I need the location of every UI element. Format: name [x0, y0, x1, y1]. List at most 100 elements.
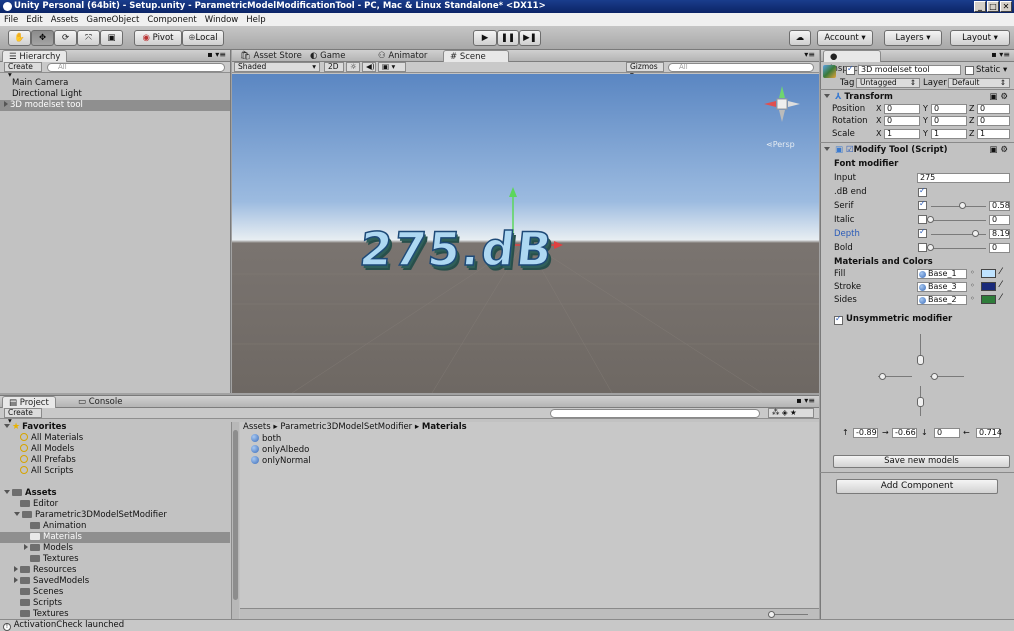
- file-item[interactable]: onlyNormal: [251, 456, 311, 467]
- tab-scene[interactable]: # Scene: [443, 50, 509, 62]
- folder-item[interactable]: Animation: [0, 521, 230, 532]
- eyedropper-icon[interactable]: ⁄: [1000, 293, 1002, 303]
- 2d-toggle[interactable]: 2D: [324, 62, 344, 72]
- depth-checkbox[interactable]: [918, 227, 927, 238]
- favorite-item[interactable]: All Materials: [0, 433, 230, 444]
- menu-help[interactable]: Help: [246, 15, 265, 25]
- filter-icons[interactable]: ⁂ ◈ ★: [768, 408, 814, 418]
- gizmos-dropdown[interactable]: Gizmos ▾: [626, 62, 664, 79]
- fill-color-swatch[interactable]: [981, 269, 996, 278]
- tab-animator[interactable]: ⚇ Animator: [372, 50, 433, 62]
- move-tool-icon[interactable]: ✥: [31, 30, 54, 46]
- folder-item[interactable]: SavedModels: [0, 576, 230, 587]
- scrollbar-thumb[interactable]: [233, 430, 238, 600]
- static-dropdown[interactable]: Static ▾: [976, 65, 1007, 75]
- scale-y-field[interactable]: 1: [931, 129, 967, 139]
- tag-dropdown[interactable]: Untagged ⇕: [856, 78, 920, 88]
- icon-size-knob[interactable]: [768, 611, 775, 618]
- shading-dropdown[interactable]: Shaded ▾: [234, 62, 320, 72]
- rect-tool-icon[interactable]: ▣: [100, 30, 123, 46]
- rotation-x-field[interactable]: 0: [884, 116, 920, 126]
- panel-menu-icon[interactable]: ▾≡: [804, 50, 815, 59]
- italic-slider-knob[interactable]: [927, 216, 934, 223]
- minimize-button[interactable]: _: [974, 1, 986, 12]
- eyedropper-icon[interactable]: ⁄: [1000, 280, 1002, 290]
- script-enabled-checkbox[interactable]: ☑: [846, 145, 854, 155]
- favorite-item[interactable]: All Models: [0, 444, 230, 455]
- vertical-slider-top-knob[interactable]: [917, 355, 924, 365]
- position-y-field[interactable]: 0: [931, 104, 967, 114]
- scene-search-input[interactable]: All: [668, 63, 814, 72]
- expand-arrow-icon[interactable]: [4, 101, 8, 107]
- rotate-tool-icon[interactable]: ⟳: [54, 30, 77, 46]
- folder-item[interactable]: Models: [0, 543, 230, 554]
- project-search-input[interactable]: [550, 409, 760, 418]
- file-item[interactable]: onlyAlbedo: [251, 445, 309, 456]
- layout-dropdown[interactable]: Layout ▾: [950, 30, 1010, 46]
- save-new-models-button[interactable]: Save new models: [833, 455, 1010, 468]
- assets-section[interactable]: Assets: [0, 488, 230, 499]
- object-name-field[interactable]: 3D modelset tool: [858, 65, 961, 75]
- play-button[interactable]: ▶: [473, 30, 497, 46]
- lighting-icon[interactable]: ☼: [346, 62, 360, 72]
- menu-file[interactable]: File: [4, 15, 18, 25]
- panel-menu-icon[interactable]: ▪ ▾≡: [991, 50, 1010, 59]
- layers-dropdown[interactable]: Layers ▾: [884, 30, 942, 46]
- fill-material-field[interactable]: Base_1: [917, 269, 967, 279]
- sides-material-field[interactable]: Base_2: [917, 295, 967, 305]
- bold-value-field[interactable]: 0: [989, 243, 1010, 253]
- tab-inspector[interactable]: ● Inspector: [823, 50, 881, 74]
- italic-checkbox[interactable]: [918, 215, 927, 224]
- collapse-arrow-icon[interactable]: [14, 512, 20, 516]
- bold-slider[interactable]: [931, 248, 986, 249]
- folder-item[interactable]: Scripts: [0, 598, 230, 609]
- sides-color-swatch[interactable]: [981, 295, 996, 304]
- local-toggle[interactable]: ⊕Local: [182, 30, 224, 46]
- unsymmetric-checkbox[interactable]: [834, 314, 843, 325]
- menu-edit[interactable]: Edit: [26, 15, 42, 25]
- collapse-arrow-icon[interactable]: [824, 94, 830, 98]
- breadcrumb-current[interactable]: Materials: [422, 422, 467, 432]
- tab-console[interactable]: ▭ Console: [72, 396, 128, 408]
- stroke-material-field[interactable]: Base_3: [917, 282, 967, 292]
- expand-arrow-icon[interactable]: [14, 566, 18, 572]
- collapse-arrow-icon[interactable]: [824, 147, 830, 151]
- tree-scrollbar[interactable]: [231, 422, 239, 620]
- object-picker-icon[interactable]: ◦: [970, 268, 975, 277]
- scene-viewport[interactable]: 275.dB ⋖Persp: [232, 74, 819, 393]
- favorite-item[interactable]: All Prefabs: [0, 455, 230, 466]
- depth-slider-knob[interactable]: [972, 230, 980, 237]
- hand-tool-icon[interactable]: ✋: [8, 30, 31, 46]
- settings-gear-icon[interactable]: ▣ ⚙: [989, 144, 1008, 156]
- offset-left-field[interactable]: 0.714: [976, 428, 1002, 438]
- breadcrumb-item[interactable]: Parametric3DModelSetModifier: [280, 422, 412, 432]
- scale-x-field[interactable]: 1: [884, 129, 920, 139]
- bold-slider-knob[interactable]: [927, 244, 934, 251]
- offset-up-field[interactable]: -0.89: [853, 428, 878, 438]
- project-create-dropdown[interactable]: Create ▾: [4, 408, 42, 425]
- pause-button[interactable]: ❚❚: [497, 30, 519, 46]
- pivot-toggle[interactable]: ◉ Pivot: [134, 30, 182, 46]
- layer-dropdown[interactable]: Default ⇕: [948, 78, 1010, 88]
- folder-item[interactable]: Parametric3DModelSetModifier: [0, 510, 230, 521]
- tab-asset-store[interactable]: 🛍 Asset Store: [234, 50, 308, 62]
- create-dropdown[interactable]: Create ▾: [4, 62, 42, 79]
- 3d-text-model[interactable]: 275.dB: [356, 221, 557, 277]
- favorites-section[interactable]: ★ Favorites: [0, 422, 230, 433]
- collapse-arrow-icon[interactable]: [4, 490, 10, 494]
- menu-component[interactable]: Component: [147, 15, 196, 25]
- tab-project[interactable]: ▤ Project: [2, 396, 56, 408]
- tab-hierarchy[interactable]: ☰ Hierarchy: [2, 50, 68, 62]
- folder-item[interactable]: Scenes: [0, 587, 230, 598]
- persp-label[interactable]: ⋖Persp: [766, 140, 795, 149]
- horizontal-slider-right-knob[interactable]: [931, 373, 938, 380]
- offset-down-field[interactable]: 0: [934, 428, 960, 438]
- folder-item[interactable]: Editor: [0, 499, 230, 510]
- hierarchy-item[interactable]: Directional Light: [0, 89, 230, 100]
- step-button[interactable]: ▶❚: [519, 30, 541, 46]
- hierarchy-item-selected[interactable]: 3D modelset tool: [0, 100, 230, 111]
- position-z-field[interactable]: 0: [977, 104, 1010, 114]
- serif-checkbox[interactable]: [918, 199, 927, 210]
- folder-item-selected[interactable]: Materials: [0, 532, 230, 543]
- depth-value-field[interactable]: 8.19: [989, 229, 1010, 239]
